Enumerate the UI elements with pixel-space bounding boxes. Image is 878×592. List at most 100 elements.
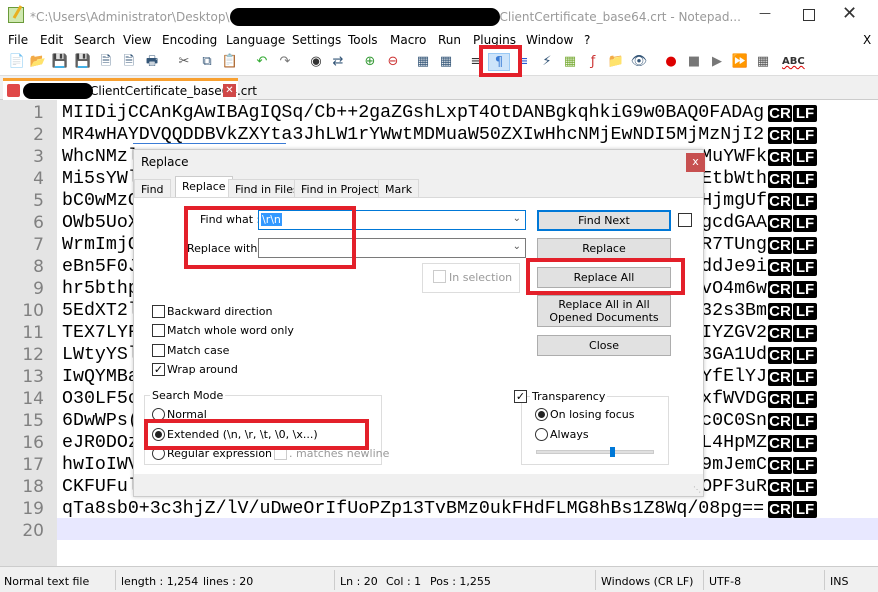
cr-marker: CR xyxy=(768,391,792,408)
lf-marker: LF xyxy=(793,413,817,430)
document-tab[interactable]: ClientCertificate_base64.crt ✕ xyxy=(3,78,257,100)
on-losing-focus-radio[interactable] xyxy=(535,408,548,421)
zoom-in-icon[interactable]: ⊕ xyxy=(361,53,379,71)
match-whole-word-checkbox[interactable] xyxy=(152,324,165,337)
replace-all-opened-button[interactable]: Replace All in All Opened Documents xyxy=(537,295,671,327)
play-macro-icon[interactable]: ▶ xyxy=(708,53,726,71)
backward-direction-checkbox[interactable] xyxy=(152,305,165,318)
notepad-app-icon xyxy=(8,5,24,23)
close-button[interactable]: Close xyxy=(537,335,671,356)
menu-settings[interactable]: Settings xyxy=(292,33,341,47)
menu-run[interactable]: Run xyxy=(438,33,461,47)
code-line-start: hwIoIWV xyxy=(62,455,139,475)
replace-button[interactable]: Replace xyxy=(537,238,671,259)
menu-help[interactable]: ? xyxy=(584,33,590,47)
redo-icon[interactable]: ↷ xyxy=(276,53,294,71)
code-line-end: R7TUng xyxy=(701,235,767,255)
function-list-icon[interactable]: ƒ xyxy=(584,53,602,71)
code-line-start: IwQYMBa xyxy=(62,367,139,387)
dialog-close-button[interactable]: x xyxy=(686,153,705,172)
sync-vertical-icon[interactable]: ▦ xyxy=(414,53,432,71)
menu-macro[interactable]: Macro xyxy=(390,33,426,47)
record-macro-icon[interactable]: ● xyxy=(662,53,680,71)
replace-icon[interactable]: ⇄ xyxy=(329,53,347,71)
print-icon[interactable]: 🖶 xyxy=(143,53,161,71)
stop-macro-icon[interactable]: ■ xyxy=(685,53,703,71)
line-number: 4 xyxy=(33,169,44,189)
open-file-icon[interactable]: 📂 xyxy=(29,53,47,71)
tab-close-icon[interactable]: ✕ xyxy=(223,84,236,97)
lf-marker: LF xyxy=(793,303,817,320)
status-lines: lines : 20 xyxy=(203,575,254,588)
in-selection-label: In selection xyxy=(449,271,513,284)
code-line-end: 32s3Bm xyxy=(701,301,767,321)
menu-view[interactable]: View xyxy=(123,33,151,47)
menu-edit[interactable]: Edit xyxy=(40,33,63,47)
status-encoding: UTF-8 xyxy=(709,575,742,588)
resize-grip-icon[interactable]: ⋱ xyxy=(693,485,701,494)
slider-thumb[interactable] xyxy=(610,447,616,457)
line-number: 7 xyxy=(33,235,44,255)
lf-marker: LF xyxy=(793,127,817,144)
maximize-button[interactable] xyxy=(803,9,815,21)
spell-check-icon[interactable]: ABC xyxy=(782,53,805,71)
tab-replace[interactable]: Replace xyxy=(175,176,233,199)
chevron-down-icon[interactable]: ⌄ xyxy=(513,213,521,224)
match-case-checkbox[interactable] xyxy=(152,344,165,357)
sync-horizontal-icon[interactable]: ▦ xyxy=(437,53,455,71)
close-document-button[interactable]: X xyxy=(863,33,871,47)
lf-marker: LF xyxy=(793,149,817,166)
close-all-icon[interactable]: 🗎 xyxy=(120,53,138,71)
cr-marker: CR xyxy=(768,127,792,144)
on-losing-focus-label: On losing focus xyxy=(550,408,635,421)
run-macro-multiple-icon[interactable]: ⏩ xyxy=(731,53,749,71)
user-defined-language-icon[interactable]: ⚡ xyxy=(538,53,556,71)
cr-marker: CR xyxy=(768,171,792,188)
status-pos: Pos : 1,255 xyxy=(430,575,491,588)
chevron-down-icon[interactable]: ⌄ xyxy=(513,241,521,252)
close-icon[interactable]: 🗎 xyxy=(97,53,115,71)
find-next-option-checkbox[interactable] xyxy=(678,213,692,227)
find-next-button[interactable]: Find Next xyxy=(537,210,671,231)
save-icon[interactable]: 💾 xyxy=(51,53,69,71)
always-radio[interactable] xyxy=(535,428,548,441)
cut-icon[interactable]: ✂ xyxy=(175,53,193,71)
in-selection-checkbox[interactable] xyxy=(433,270,446,283)
cr-marker: CR xyxy=(768,347,792,364)
save-all-icon[interactable]: 💾 xyxy=(74,53,92,71)
transparency-slider[interactable] xyxy=(536,447,654,457)
menu-language[interactable]: Language xyxy=(226,33,285,47)
menu-search[interactable]: Search xyxy=(74,33,115,47)
close-window-button[interactable]: ✕ xyxy=(842,3,857,24)
copy-icon[interactable]: ⧉ xyxy=(198,53,216,71)
code-line-end: gcdGAA xyxy=(701,213,767,233)
new-file-icon[interactable]: 📄 xyxy=(8,53,26,71)
monitoring-icon[interactable]: 👁 xyxy=(630,53,648,71)
wrap-around-checkbox[interactable]: ✓ xyxy=(152,363,165,376)
minimize-button[interactable]: — xyxy=(750,6,780,26)
redacted-region xyxy=(229,8,500,26)
menu-encoding[interactable]: Encoding xyxy=(162,33,217,47)
zoom-out-icon[interactable]: ⊖ xyxy=(384,53,402,71)
cr-marker: CR xyxy=(768,281,792,298)
menu-window[interactable]: Window xyxy=(526,33,573,47)
backward-direction-label: Backward direction xyxy=(167,305,273,318)
find-icon[interactable]: ◉ xyxy=(307,53,325,71)
code-line-end: YfElYJ xyxy=(701,367,767,387)
menu-file[interactable]: File xyxy=(8,33,28,47)
cr-marker: CR xyxy=(768,501,792,518)
annotation-replace-all xyxy=(526,258,685,295)
toolbar: 📄 📂 💾 💾 🗎 🗎 🖶 ✂ ⧉ 📋 ↶ ↷ ◉ ⇄ ⊕ ⊖ ▦ ▦ ≡ ¶ … xyxy=(0,49,878,76)
lf-marker: LF xyxy=(793,237,817,254)
lf-marker: LF xyxy=(793,193,817,210)
code-line-start: TEX7LYF xyxy=(62,323,139,343)
transparency-checkbox[interactable]: ✓ xyxy=(514,390,527,403)
folder-as-workspace-icon[interactable]: 📁 xyxy=(607,53,625,71)
lf-marker: LF xyxy=(793,105,817,122)
line-number: 12 xyxy=(22,345,44,365)
paste-icon[interactable]: 📋 xyxy=(221,53,239,71)
save-macro-icon[interactable]: ▦ xyxy=(754,53,772,71)
menu-tools[interactable]: Tools xyxy=(348,33,378,47)
undo-icon[interactable]: ↶ xyxy=(253,53,271,71)
doc-map-icon[interactable]: ▦ xyxy=(561,53,579,71)
